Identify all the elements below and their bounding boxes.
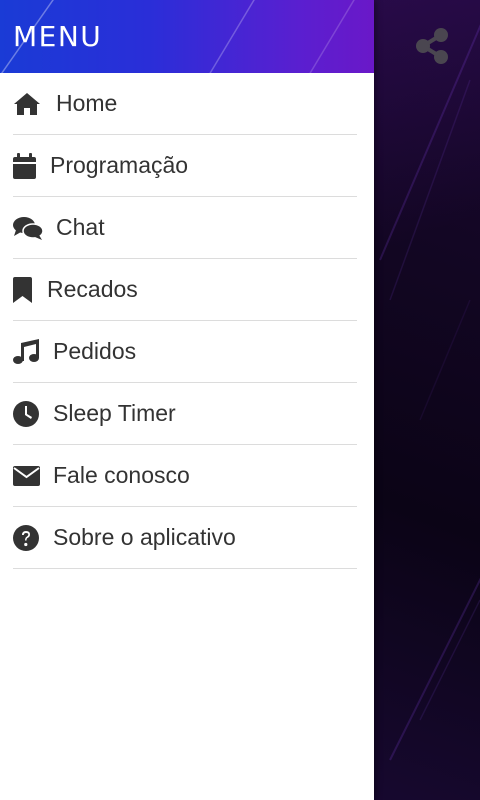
menu-item-home[interactable]: Home bbox=[13, 73, 357, 135]
menu-item-label: Chat bbox=[56, 214, 105, 240]
home-icon bbox=[13, 89, 43, 119]
share-button[interactable] bbox=[414, 27, 456, 69]
bookmark-icon bbox=[13, 275, 35, 305]
menu-item-label: Sobre o aplicativo bbox=[53, 524, 236, 550]
screen: MENU Home Programação Chat Recados Pedid… bbox=[0, 0, 480, 800]
menu-item-label: Programação bbox=[50, 152, 189, 178]
menu-item-fale-conosco[interactable]: Fale conosco bbox=[13, 445, 357, 507]
question-circle-icon bbox=[13, 523, 41, 553]
menu-item-chat[interactable]: Chat bbox=[13, 197, 357, 259]
menu-item-programacao[interactable]: Programação bbox=[13, 135, 357, 197]
menu-list: Home Programação Chat Recados Pedidos Sl… bbox=[0, 73, 374, 569]
menu-item-label: Recados bbox=[47, 276, 138, 302]
menu-item-sobre[interactable]: Sobre o aplicativo bbox=[13, 507, 357, 569]
drawer-header: MENU bbox=[0, 0, 374, 73]
menu-item-label: Home bbox=[56, 90, 118, 116]
menu-item-label: Fale conosco bbox=[53, 462, 190, 488]
envelope-icon bbox=[13, 461, 41, 491]
menu-item-label: Pedidos bbox=[53, 338, 137, 364]
chat-bubbles-icon bbox=[13, 213, 43, 243]
share-icon bbox=[416, 28, 448, 64]
menu-item-recados[interactable]: Recados bbox=[13, 259, 357, 321]
music-note-icon bbox=[13, 337, 41, 367]
navigation-drawer: MENU Home Programação Chat Recados Pedid… bbox=[0, 0, 374, 800]
calendar-icon bbox=[13, 151, 38, 181]
menu-item-sleep-timer[interactable]: Sleep Timer bbox=[13, 383, 357, 445]
menu-item-label: Sleep Timer bbox=[53, 400, 176, 426]
menu-item-pedidos[interactable]: Pedidos bbox=[13, 321, 357, 383]
clock-icon bbox=[13, 399, 41, 429]
drawer-title: MENU bbox=[13, 20, 103, 53]
